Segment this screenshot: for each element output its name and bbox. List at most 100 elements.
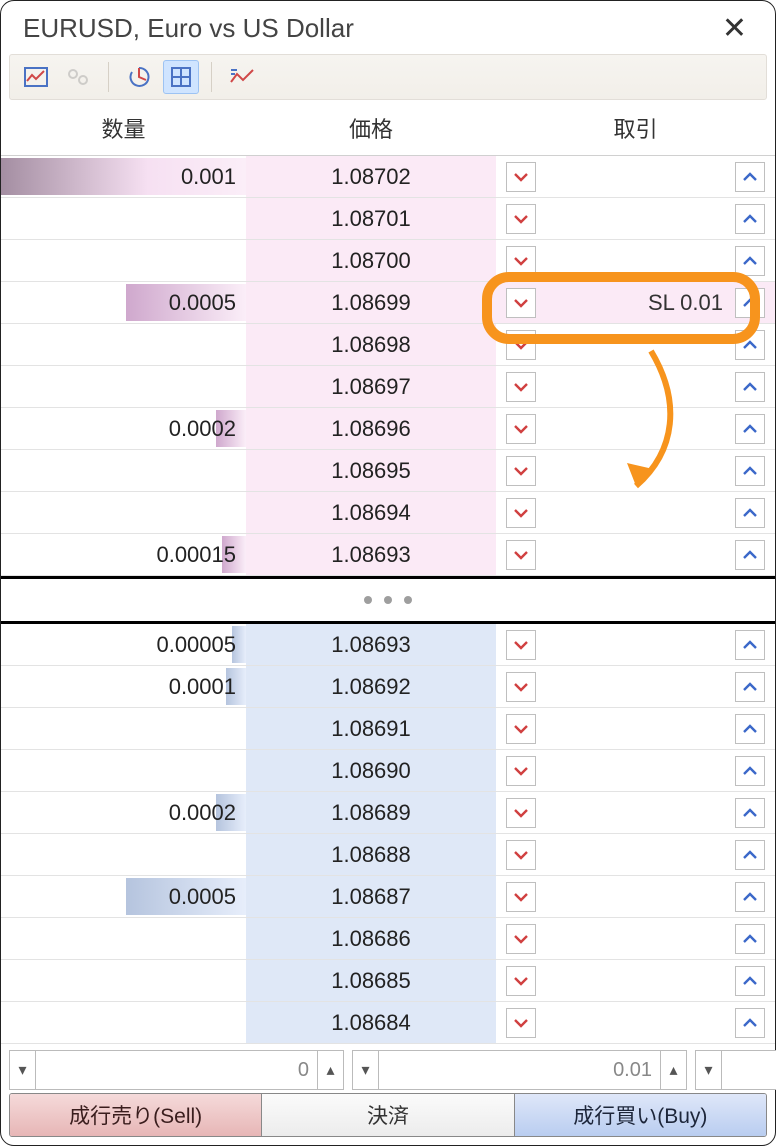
buy-step-button[interactable]	[735, 714, 765, 744]
vol-spinner[interactable]: ▾ ▴	[352, 1050, 687, 1090]
depth-row: 1.08701	[1, 198, 775, 240]
buy-step-button[interactable]	[735, 372, 765, 402]
price-cell: 1.08689	[246, 792, 496, 833]
price-cell: 1.08702	[246, 156, 496, 197]
volume-cell: 0.0001	[1, 666, 246, 707]
sell-step-button[interactable]	[506, 714, 536, 744]
buy-step-button[interactable]	[735, 966, 765, 996]
price-cell: 1.08686	[246, 918, 496, 959]
sell-step-button[interactable]	[506, 630, 536, 660]
trend-icon[interactable]	[224, 60, 260, 94]
trade-cell: SL 0.01	[496, 282, 775, 323]
buy-step-button[interactable]	[735, 288, 765, 318]
volume-cell: 0.001	[1, 156, 246, 197]
buy-step-button[interactable]	[735, 414, 765, 444]
buy-step-button[interactable]	[735, 540, 765, 570]
buy-step-button[interactable]	[735, 204, 765, 234]
buy-step-button[interactable]	[735, 756, 765, 786]
caret-down-icon[interactable]: ▾	[696, 1051, 722, 1089]
price-cell: 1.08687	[246, 876, 496, 917]
depth-row: 0.00051.08687	[1, 876, 775, 918]
depth-row: 0.000051.08693	[1, 624, 775, 666]
trade-cell	[496, 408, 775, 449]
price-cell: 1.08691	[246, 708, 496, 749]
sell-step-button[interactable]	[506, 246, 536, 276]
sell-step-button[interactable]	[506, 924, 536, 954]
buy-step-button[interactable]	[735, 246, 765, 276]
buy-step-button[interactable]	[735, 456, 765, 486]
sl-input[interactable]	[36, 1051, 317, 1089]
toolbar-separator	[108, 62, 109, 92]
sell-step-button[interactable]	[506, 162, 536, 192]
price-cell: 1.08695	[246, 450, 496, 491]
sell-step-button[interactable]	[506, 498, 536, 528]
depth-row: 1.08686	[1, 918, 775, 960]
trade-cell	[496, 492, 775, 533]
sell-step-button[interactable]	[506, 456, 536, 486]
sell-step-button[interactable]	[506, 840, 536, 870]
buy-step-button[interactable]	[735, 882, 765, 912]
header-price: 価格	[246, 112, 496, 144]
sell-step-button[interactable]	[506, 204, 536, 234]
buy-step-button[interactable]	[735, 162, 765, 192]
trade-cell	[496, 156, 775, 197]
volume-cell	[1, 492, 246, 533]
buy-step-button[interactable]	[735, 672, 765, 702]
spread-separator[interactable]	[1, 576, 775, 624]
depth-row: 0.00021.08696	[1, 408, 775, 450]
sell-step-button[interactable]	[506, 966, 536, 996]
depth-row: 1.08698	[1, 324, 775, 366]
volume-cell	[1, 198, 246, 239]
sl-spinner[interactable]: ▾ ▴	[9, 1050, 344, 1090]
volume-cell	[1, 750, 246, 791]
caret-down-icon[interactable]: ▾	[353, 1051, 379, 1089]
tp-spinner[interactable]: ▾ ▴	[695, 1050, 776, 1090]
volume-value: 0.001	[181, 164, 236, 190]
buy-step-button[interactable]	[735, 840, 765, 870]
sell-step-button[interactable]	[506, 372, 536, 402]
trade-cell	[496, 834, 775, 875]
sell-step-button[interactable]	[506, 756, 536, 786]
depth-row: 1.08697	[1, 366, 775, 408]
action-buttons: 成行売り(Sell) 決済 成行買い(Buy)	[9, 1093, 767, 1137]
sell-step-button[interactable]	[506, 288, 536, 318]
trade-cell	[496, 792, 775, 833]
titlebar: EURUSD, Euro vs US Dollar ✕	[1, 1, 775, 54]
bar-depth-icon[interactable]	[121, 60, 157, 94]
sell-step-button[interactable]	[506, 798, 536, 828]
sell-step-button[interactable]	[506, 1008, 536, 1038]
depth-row: 1.08695	[1, 450, 775, 492]
caret-up-icon[interactable]: ▴	[317, 1051, 343, 1089]
sell-step-button[interactable]	[506, 414, 536, 444]
volume-value: 0.0002	[169, 800, 236, 826]
volume-cell	[1, 1002, 246, 1043]
sell-button[interactable]: 成行売り(Sell)	[10, 1094, 262, 1136]
sell-step-button[interactable]	[506, 882, 536, 912]
buy-step-button[interactable]	[735, 798, 765, 828]
trade-cell	[496, 324, 775, 365]
buy-step-button[interactable]	[735, 330, 765, 360]
volume-value: 0.00005	[156, 632, 236, 658]
buy-button[interactable]: 成行買い(Buy)	[515, 1094, 766, 1136]
trade-cell	[496, 876, 775, 917]
sell-step-button[interactable]	[506, 540, 536, 570]
tp-input[interactable]	[722, 1051, 776, 1089]
close-button[interactable]: 決済	[262, 1094, 514, 1136]
vol-input[interactable]	[379, 1051, 660, 1089]
buy-step-button[interactable]	[735, 498, 765, 528]
price-cell: 1.08684	[246, 1002, 496, 1043]
buy-step-button[interactable]	[735, 630, 765, 660]
buy-step-button[interactable]	[735, 1008, 765, 1038]
header-volume: 数量	[1, 112, 246, 144]
buy-step-button[interactable]	[735, 924, 765, 954]
sell-step-button[interactable]	[506, 330, 536, 360]
caret-down-icon[interactable]: ▾	[10, 1051, 36, 1089]
dom-window: EURUSD, Euro vs US Dollar ✕ 数量 価格 取引 0.0…	[0, 0, 776, 1146]
grid-icon[interactable]	[163, 60, 199, 94]
volume-value: 0.0002	[169, 416, 236, 442]
sell-step-button[interactable]	[506, 672, 536, 702]
chart-icon[interactable]	[18, 60, 54, 94]
link-icon[interactable]	[60, 60, 96, 94]
close-icon[interactable]: ✕	[716, 14, 753, 44]
caret-up-icon[interactable]: ▴	[660, 1051, 686, 1089]
